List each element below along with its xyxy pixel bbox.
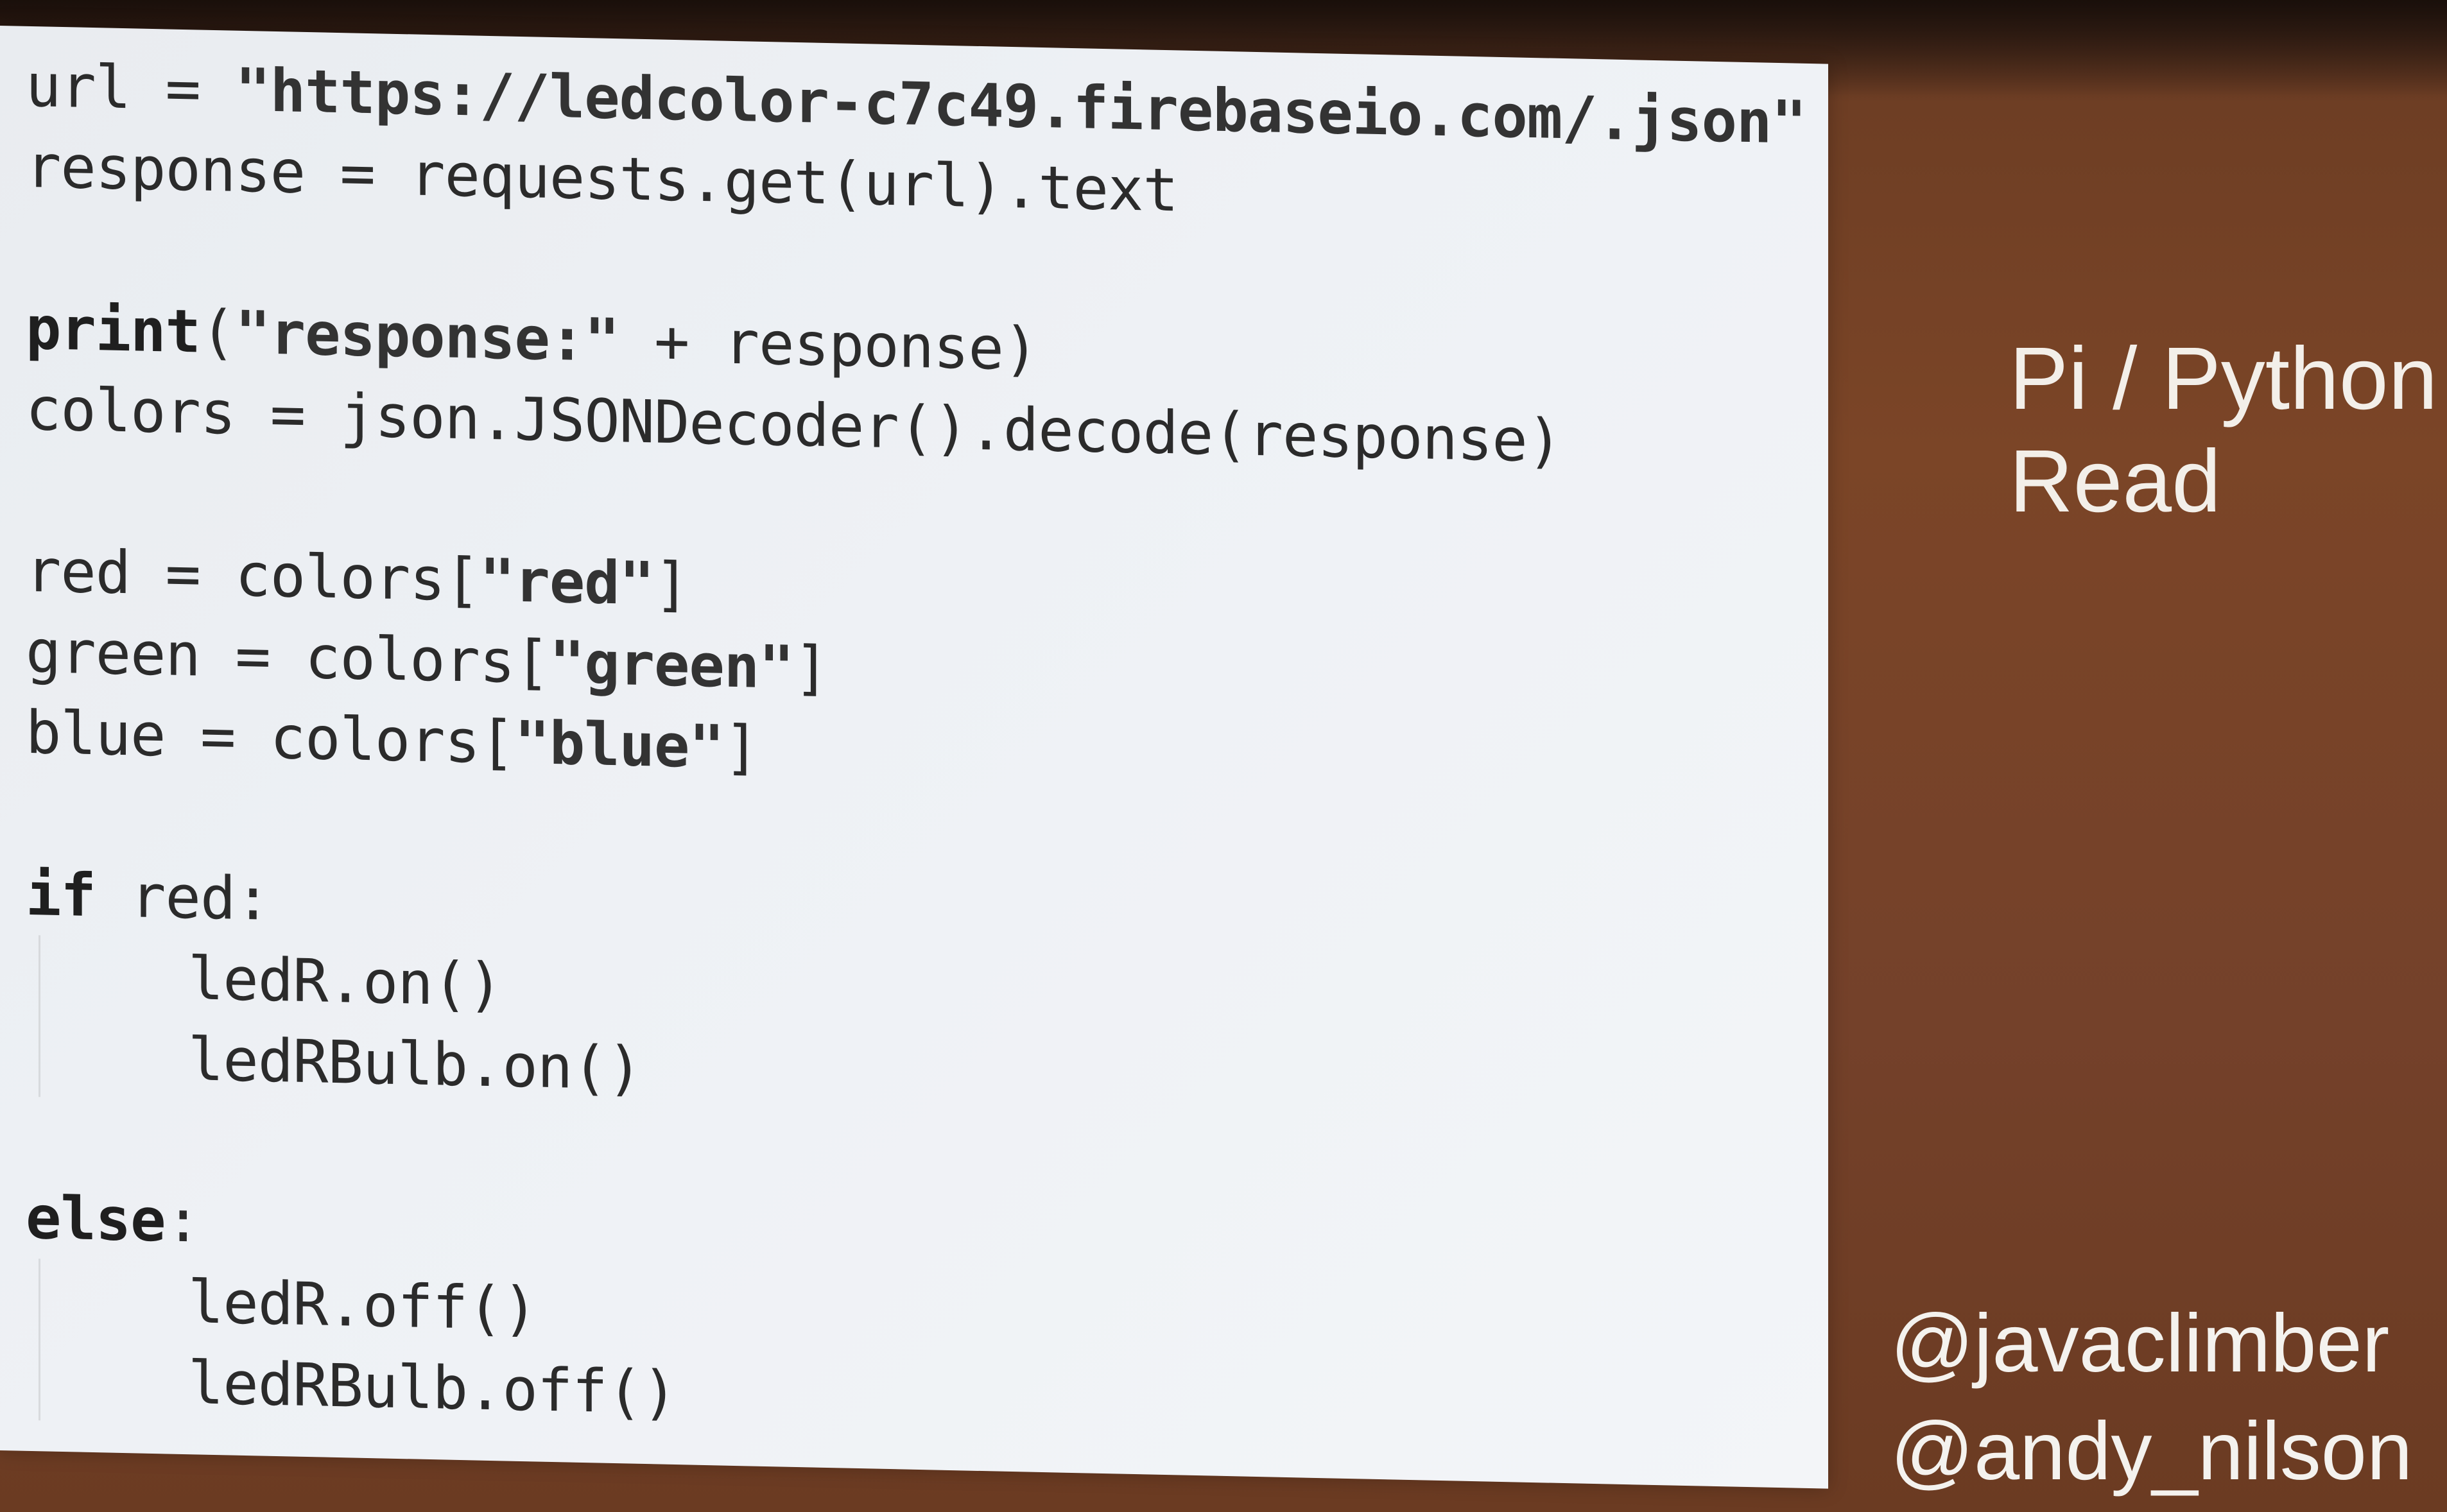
code-text: ledRBulb.on()	[188, 1025, 643, 1103]
code-text: ledRBulb.off()	[188, 1348, 677, 1428]
code-string: "blue"	[514, 708, 724, 782]
code-text: + response)	[619, 306, 1039, 384]
handle-andy-nilson: @andy_nilson	[1890, 1405, 2413, 1497]
code-text: url =	[26, 51, 236, 125]
slide-title: Pi / Python Read	[2009, 327, 2437, 533]
code-text: red = colors[	[26, 536, 480, 615]
code-text: ledR.off()	[188, 1267, 537, 1344]
twitter-handles: @javaclimber @andy_nilson	[1890, 1290, 2412, 1506]
code-keyword: if	[26, 859, 96, 931]
code-text: red:	[95, 861, 270, 934]
code-text: blue = colors[	[26, 698, 515, 777]
code-keyword: print	[26, 293, 200, 366]
code-text: ]	[793, 633, 829, 703]
code-text: :	[165, 1186, 200, 1256]
handle-javaclimber: @javaclimber	[1890, 1298, 2390, 1389]
code-keyword: else	[26, 1183, 166, 1255]
code-string: "red"	[480, 546, 655, 619]
code-text: (	[200, 297, 236, 367]
code-string: "green"	[549, 628, 794, 702]
slide-title-line2: Read	[2009, 432, 2221, 531]
code-text: ledR.on()	[188, 944, 503, 1020]
code-text: ]	[654, 549, 689, 619]
code-block: url = "https://ledcolor-c7c49.firebaseio…	[26, 46, 1806, 1457]
code-text: green = colors[	[26, 617, 549, 697]
code-text: ]	[723, 712, 759, 782]
code-string: "response:"	[235, 298, 619, 375]
code-panel: url = "https://ledcolor-c7c49.firebaseio…	[0, 26, 1828, 1489]
slide-title-line1: Pi / Python	[2009, 329, 2438, 428]
